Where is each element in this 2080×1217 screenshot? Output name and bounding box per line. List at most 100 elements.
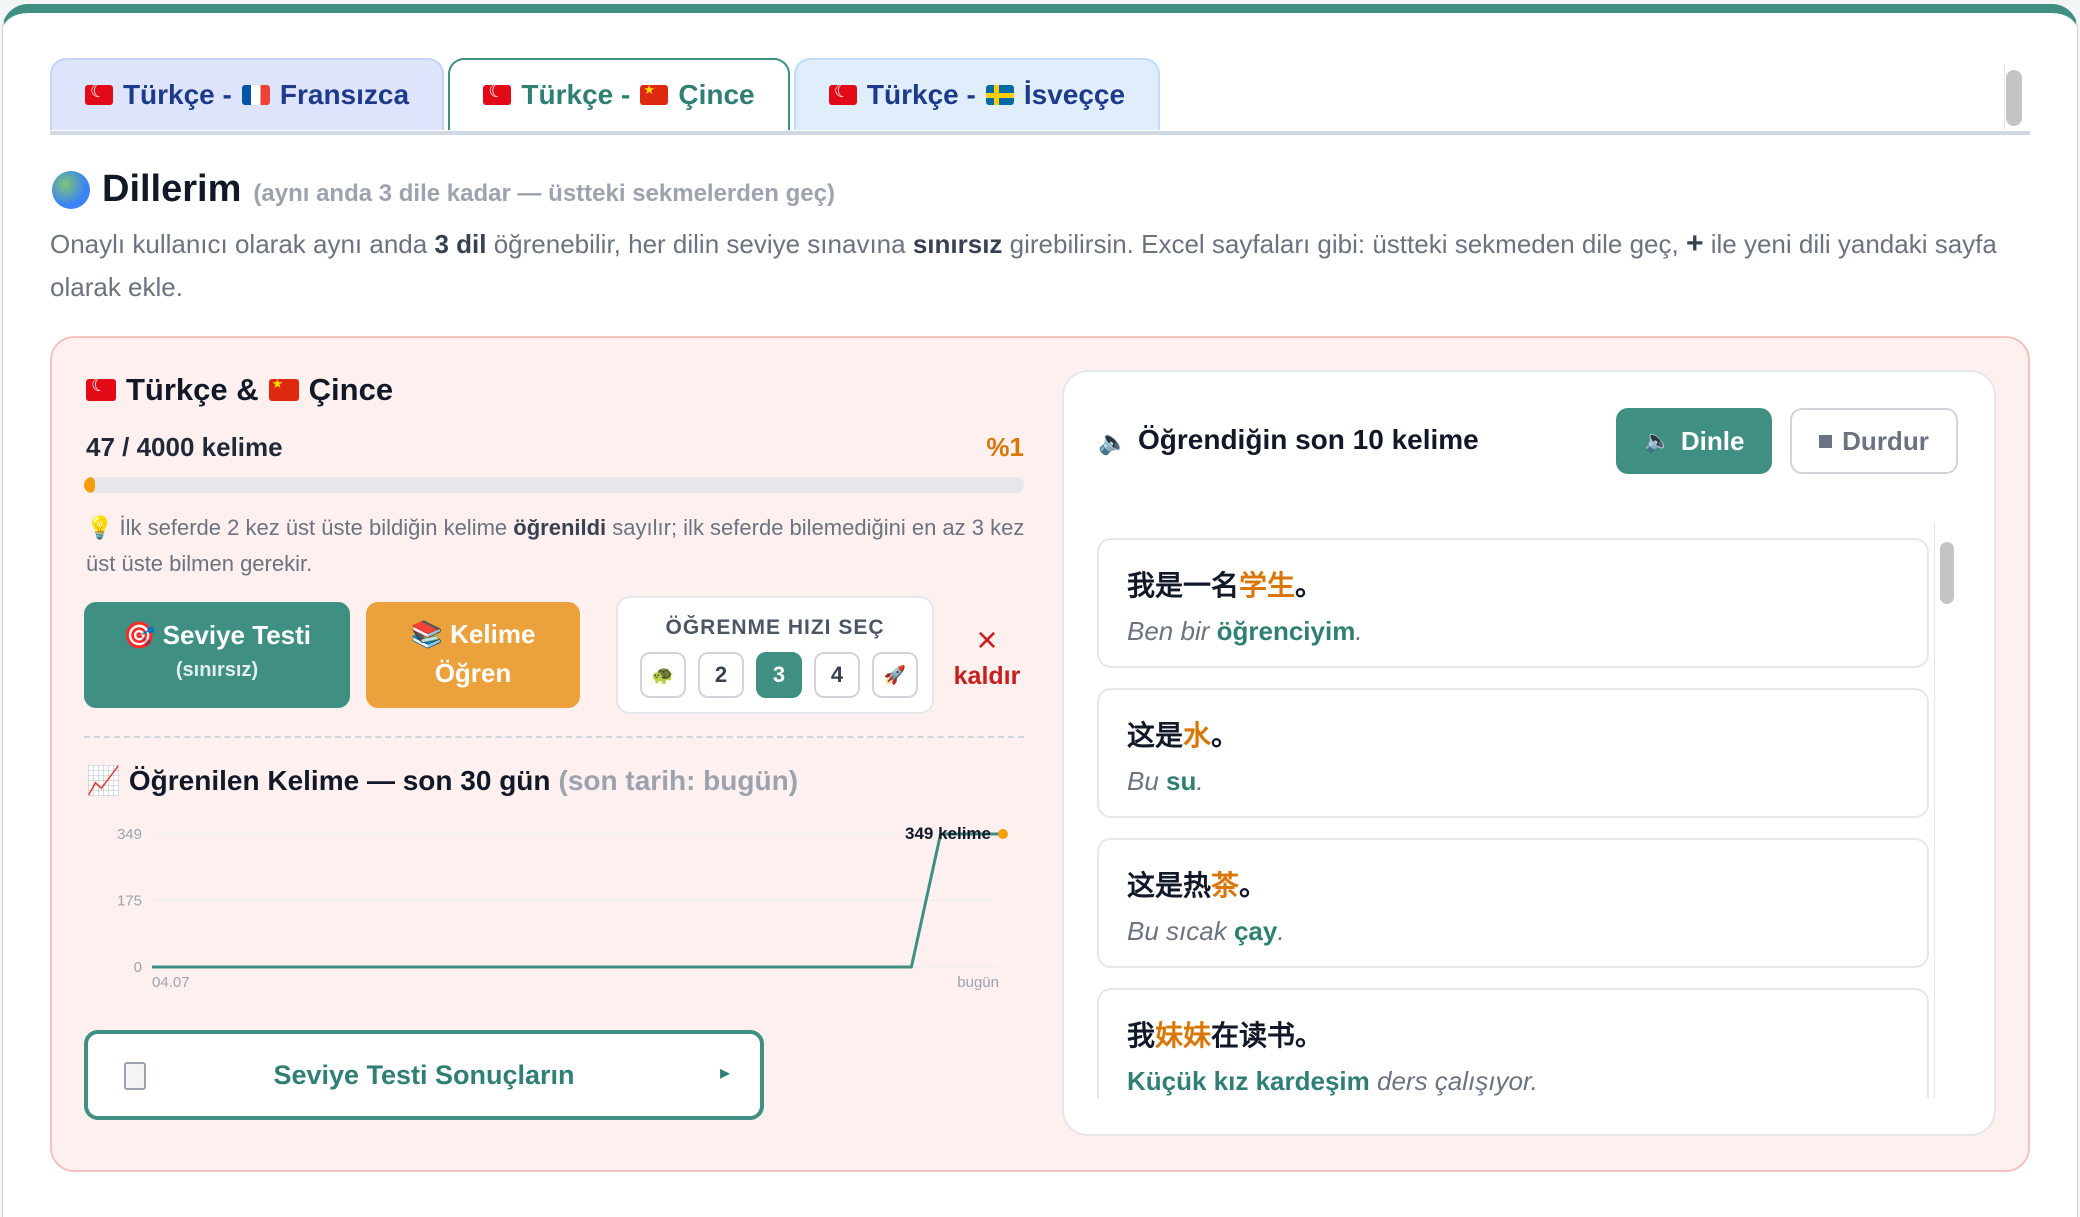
divider [84,736,1024,738]
tr-highlight: su [1166,766,1197,796]
language-pair-title: Türkçe & Çince [86,372,393,408]
tr-text: . [1355,616,1363,646]
pair-title-a: Türkçe & [126,372,259,407]
remove-language-button[interactable]: × kaldır [946,622,1028,692]
stop-label: Durdur [1842,425,1929,456]
desc-text: Onaylı kullanıcı olarak aynı anda [50,229,435,259]
list-scrollbar-thumb[interactable] [1940,542,1954,604]
close-icon: × [976,619,998,660]
chart-increasing-icon: 📈 [86,765,121,796]
chevron-right-icon: ▸ [719,1062,730,1084]
plus-icon: + [1685,227,1704,260]
tab-turkish-swedish[interactable]: Türkçe - İsveççe [794,58,1160,130]
level-test-results-button[interactable]: Seviye Testi Sonuçların ▸ [84,1030,764,1120]
section-description: Onaylı kullanıcı olarak aynı anda 3 dil … [50,222,2025,309]
tab-label-a: Türkçe - [122,79,232,110]
learn-line1: Kelime [450,619,536,649]
learning-hint: 💡 İlk seferde 2 kez üst üste bildiğin ke… [86,510,1026,582]
tab-label-b: Fransızca [279,79,410,110]
pair-title-b: Çince [308,372,394,407]
x-tick-label: bugün [957,974,999,991]
level-test-text: Seviye Testi [162,620,311,650]
zh-text: 在读书。 [1211,1020,1324,1051]
chinese-sentence: 我妹妹在读书。 [1127,1014,1323,1054]
turkish-translation: Bu sıcak çay. [1127,916,1285,947]
turkish-translation: Bu su. [1127,766,1204,797]
zh-text: 。 [1239,870,1268,901]
progress-percent: %1 [986,432,1024,462]
speed-options: 🐢 2 3 4 🚀 [640,652,918,698]
list-item: 这是水。 Bu su. [1097,688,1929,818]
learning-speed-selector: ÖĞRENME HIZI SEÇ 🐢 2 3 4 🚀 [616,596,934,714]
progress-bar [84,477,1024,493]
recent-words-title: 🔈 Öğrendiğin son 10 kelime [1098,424,1479,456]
zh-highlight: 学生 [1239,570,1296,601]
speaker-icon: 🔈 [1643,428,1671,453]
learn-line2: Öğren [434,658,512,688]
list-scrollbar-track [1934,522,1960,1098]
tr-text: Ben bir [1127,616,1217,646]
stop-button[interactable]: Durdur [1790,408,1958,474]
x-tick-label: 04.07 [152,974,190,991]
chart-title-muted: (son tarih: bugün) [558,764,799,796]
desc-bold: sınırsız [912,229,1003,259]
level-test-sub: (sınırsız) [175,659,259,681]
language-tabs: Türkçe - Fransızca Türkçe - Çince Türkçe… [50,58,2030,132]
learned-words-chart: 0 175 349 04.07 bugün 349 kelime [117,824,1008,991]
books-icon: 📚 [410,619,451,649]
speed-option-2[interactable]: 2 [698,652,744,698]
stop-icon [1819,434,1833,448]
zh-text: 。 [1211,720,1240,751]
section-title: Dillerim [102,168,242,210]
sweden-flag-icon [985,85,1014,105]
listen-label: Dinle [1680,425,1745,456]
zh-highlight: 水 [1183,720,1212,751]
speed-label: ÖĞRENME HIZI SEÇ [665,616,885,639]
desc-text: öğrenebilir, her dilin seviye sınavına [486,229,913,259]
desc-text: girebilirsin. Excel sayfaları gibi: üstt… [1002,229,1686,259]
tr-text: ders çalışıyor. [1369,1066,1538,1096]
target-icon: 🎯 [123,620,163,650]
speaker-icon: 🔈 [1098,429,1128,456]
zh-text: 这是 [1127,720,1184,751]
zh-highlight: 茶 [1211,870,1240,901]
chinese-sentence: 这是热茶。 [1127,864,1267,904]
tab-turkish-french[interactable]: Türkçe - Fransızca [50,58,444,130]
tr-text: . [1196,766,1204,796]
turkey-flag-icon [483,85,512,105]
speed-option-turtle-icon[interactable]: 🐢 [640,652,686,698]
listen-button[interactable]: 🔈 Dinle [1616,408,1772,474]
progress-fill [84,477,96,493]
list-item: 我是一名学生。 Ben bir öğrenciyim. [1097,538,1929,668]
turkish-translation: Küçük kız kardeşim ders çalışıyor. [1127,1066,1538,1097]
lightbulb-icon: 💡 [86,515,120,540]
tabs-scrollbar-thumb[interactable] [2006,70,2022,126]
level-test-label: 🎯 Seviye Testi [84,620,350,651]
remove-label: kaldır [953,662,1021,690]
zh-text: 我 [1127,1020,1156,1051]
globe-icon [52,170,90,209]
speed-option-rocket-icon[interactable]: 🚀 [872,652,918,698]
hint-text: İlk seferde 2 kez üst üste bildiğin keli… [119,515,514,540]
recent-words-title-text: Öğrendiğin son 10 kelime [1138,424,1479,455]
y-tick-label: 0 [134,959,142,976]
chinese-sentence: 我是一名学生。 [1127,564,1323,604]
tab-label-a: Türkçe - [866,79,976,110]
section-header: Dillerim (aynı anda 3 dile kadar — üstte… [52,168,835,211]
recent-words-list[interactable]: 我是一名学生。 Ben bir öğrenciyim. 这是水。 Bu su. … [1097,522,1959,1098]
france-flag-icon [241,85,270,105]
results-label: Seviye Testi Sonuçların [273,1060,575,1090]
turkish-translation: Ben bir öğrenciyim. [1127,616,1363,647]
level-test-button[interactable]: 🎯 Seviye Testi (sınırsız) [84,602,350,708]
speed-option-3[interactable]: 3 [756,652,802,698]
y-tick-label: 349 [117,826,142,843]
tr-highlight: Küçük kız kardeşim [1127,1066,1370,1096]
learn-words-button[interactable]: 📚 Kelime Öğren [366,602,580,708]
tr-highlight: çay [1233,916,1278,946]
speed-option-4[interactable]: 4 [814,652,860,698]
zh-text: 这是热 [1127,870,1212,901]
tab-turkish-chinese[interactable]: Türkçe - Çince [448,58,790,130]
tr-text: . [1277,916,1285,946]
list-item: 这是热茶。 Bu sıcak çay. [1097,838,1929,968]
tr-highlight: öğrenciyim [1216,616,1356,646]
